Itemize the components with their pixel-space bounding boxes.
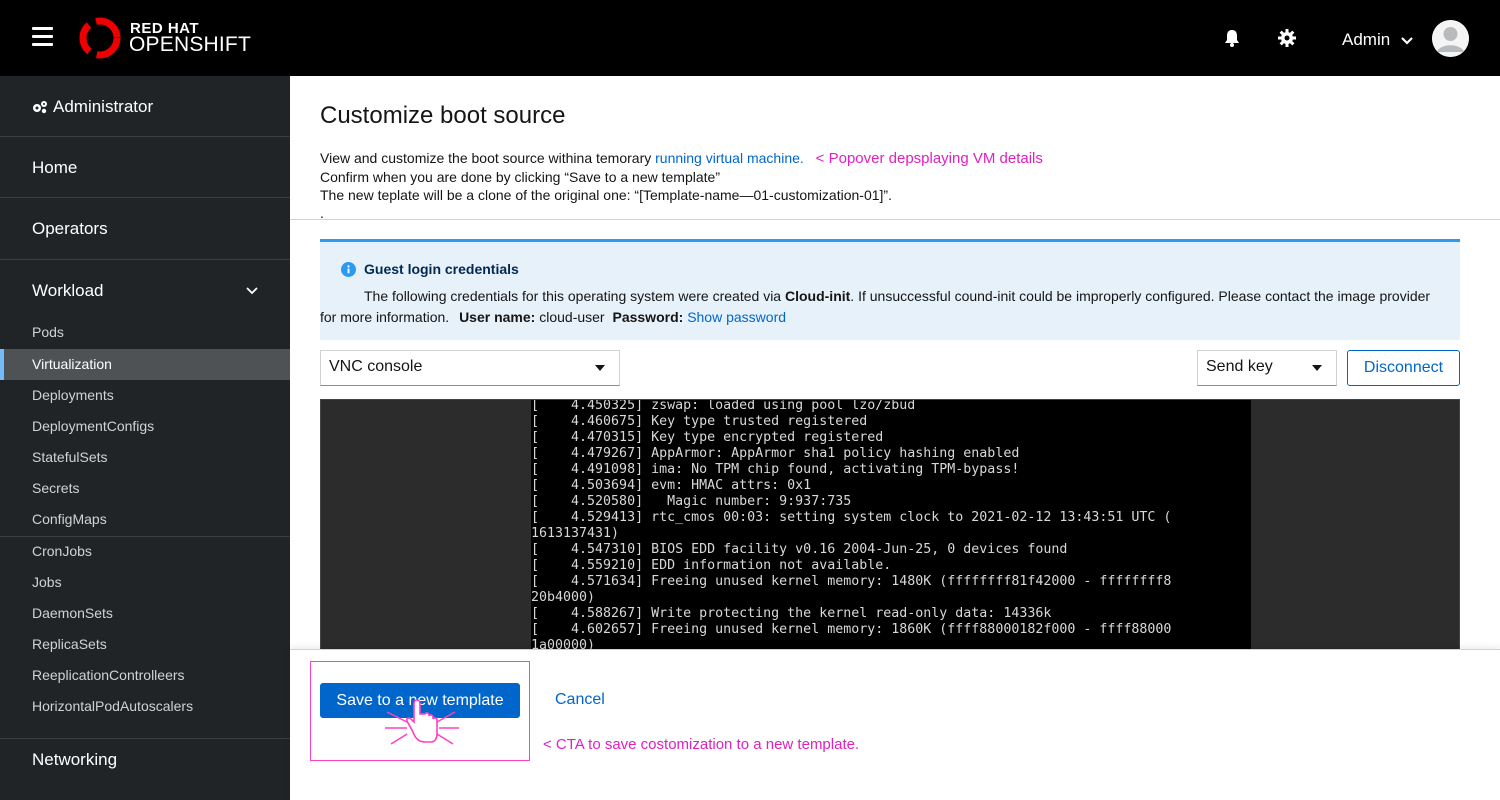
sidebar-item-deploymentconfigs[interactable]: DeploymentConfigs: [0, 411, 290, 442]
running-vm-link[interactable]: running virtual machine.: [655, 150, 804, 166]
alert-title: Guest login credentials: [364, 261, 519, 277]
sidebar-item-label: Secrets: [32, 480, 80, 496]
show-password-link[interactable]: Show password: [687, 309, 786, 325]
perspective-label-wrap: Administrator: [32, 97, 153, 117]
header-divider: [290, 219, 1500, 220]
send-key-value: Send key: [1206, 358, 1273, 375]
sidebar-item-label: CronJobs: [32, 543, 92, 559]
sidebar-item-label: DaemonSets: [32, 605, 113, 621]
nav-workload: Workload Pods Virtualization Deployments…: [0, 260, 290, 739]
alert-body: The following credentials for this opera…: [320, 286, 1444, 328]
vnc-console[interactable]: [ 4.450325] zswap: loaded using pool lzo…: [320, 399, 1460, 651]
sidebar-item-replicasets[interactable]: ReplicaSets: [0, 629, 290, 660]
nav-operators[interactable]: Operators: [0, 198, 290, 260]
sidebar-item-label: DeploymentConfigs: [32, 418, 155, 434]
info-circle-icon: [341, 262, 356, 277]
sidebar-item-statefulsets[interactable]: StatefulSets: [0, 442, 290, 473]
sidebar: Administrator Home Operators Workload Po…: [0, 76, 290, 800]
chevron-down-icon: [1401, 36, 1413, 45]
user-avatar-icon: [1432, 20, 1469, 57]
sidebar-item-label: ReplicaSets: [32, 636, 107, 652]
perspective-switcher[interactable]: Administrator: [0, 76, 290, 137]
bell-icon[interactable]: [1222, 28, 1242, 48]
caret-down-icon: [595, 365, 605, 371]
cancel-button[interactable]: Cancel: [555, 691, 605, 709]
hamburger-icon[interactable]: [32, 27, 53, 47]
sidebar-item-daemonsets[interactable]: DaemonSets: [0, 598, 290, 629]
page-title: Customize boot source: [320, 102, 566, 129]
sidebar-item-label: Virtualization: [32, 356, 112, 372]
hand-cursor-icon: [385, 699, 459, 745]
sidebar-item-label: ConfigMaps: [32, 511, 107, 527]
nav-home[interactable]: Home: [0, 137, 290, 198]
perspective-label: Administrator: [53, 97, 154, 116]
sidebar-item-horizontalpodautoscalers[interactable]: HorizontalPodAutoscalers: [0, 691, 290, 722]
disconnect-button[interactable]: Disconnect: [1347, 350, 1460, 386]
sidebar-item-jobs[interactable]: Jobs: [0, 567, 290, 598]
cogs-icon: [33, 101, 47, 114]
masthead: RED HAT OPENSHIFT Admin: [0, 0, 1500, 76]
sidebar-item-label: Deployments: [32, 387, 114, 403]
console-type-value: VNC console: [329, 358, 423, 375]
sidebar-item-pods[interactable]: Pods: [0, 317, 290, 348]
sidebar-item-virtualization[interactable]: Virtualization: [0, 349, 290, 380]
alert-text-bold: Cloud-init: [784, 288, 851, 304]
alert-text-line2: for more information.: [320, 309, 450, 325]
redhat-logo-icon: [79, 17, 121, 59]
console-screen[interactable]: [ 4.450325] zswap: loaded using pool lzo…: [531, 400, 1251, 651]
alert-text-suffix: . If unsuccessful cound-init could be im…: [850, 288, 1431, 304]
annotation-cta: < CTA to save costomization to a new tem…: [543, 736, 860, 753]
footer-actions: Save to a new template Cancel < CTA to s…: [290, 649, 1500, 800]
info-alert: Guest login credentials The following cr…: [320, 239, 1460, 340]
desc-line2: Confirm when you are done by clicking “S…: [320, 169, 720, 185]
openshift-logo[interactable]: RED HAT OPENSHIFT: [78, 16, 258, 60]
gear-icon[interactable]: [1277, 28, 1297, 48]
sidebar-item-label: StatefulSets: [32, 449, 108, 465]
caret-down-icon: [1312, 365, 1322, 371]
password-label: Password:: [612, 309, 684, 325]
nav-workload-label[interactable]: Workload: [32, 281, 104, 301]
sidebar-item-label: ReeplicationControlleers: [32, 667, 185, 683]
nav-operators-label: Operators: [32, 219, 108, 238]
sidebar-item-label: Pods: [32, 324, 64, 340]
brand-line2: OPENSHIFT: [129, 33, 251, 56]
user-menu[interactable]: Admin: [1342, 30, 1413, 50]
console-type-select[interactable]: VNC console: [320, 350, 620, 386]
console-output: [ 4.450325] zswap: loaded using pool lzo…: [531, 400, 1172, 651]
main-content: Customize boot source View and customize…: [290, 76, 1500, 800]
sidebar-item-configmaps[interactable]: ConfigMaps: [0, 504, 290, 535]
username-value: cloud-user: [539, 309, 605, 325]
nav-networking[interactable]: Networking: [0, 739, 290, 800]
sidebar-item-label: HorizontalPodAutoscalers: [32, 698, 194, 714]
user-menu-label: Admin: [1342, 30, 1391, 49]
page-description: View and customize the boot source withi…: [320, 149, 1043, 222]
nav-networking-label: Networking: [32, 750, 118, 769]
desc-line3: The new teplate will be a clone of the o…: [320, 187, 892, 203]
sidebar-item-deployments[interactable]: Deployments: [0, 380, 290, 411]
send-key-select[interactable]: Send key: [1197, 350, 1337, 386]
chevron-down-icon[interactable]: [246, 287, 258, 295]
nav-home-label: Home: [32, 158, 78, 177]
sidebar-item-secrets[interactable]: Secrets: [0, 473, 290, 504]
username-label: User name:: [459, 309, 536, 325]
sidebar-item-cronjobs[interactable]: CronJobs: [0, 536, 290, 567]
alert-text-prefix: The following credentials for this opera…: [364, 288, 785, 304]
desc-line1: View and customize the boot source withi…: [320, 150, 656, 166]
avatar[interactable]: [1432, 20, 1469, 57]
sidebar-item-replicationcontrollers[interactable]: ReeplicationControlleers: [0, 660, 290, 691]
sidebar-item-label: Jobs: [32, 574, 62, 590]
annotation-popover: < Popover depsplaying VM details: [815, 150, 1043, 167]
